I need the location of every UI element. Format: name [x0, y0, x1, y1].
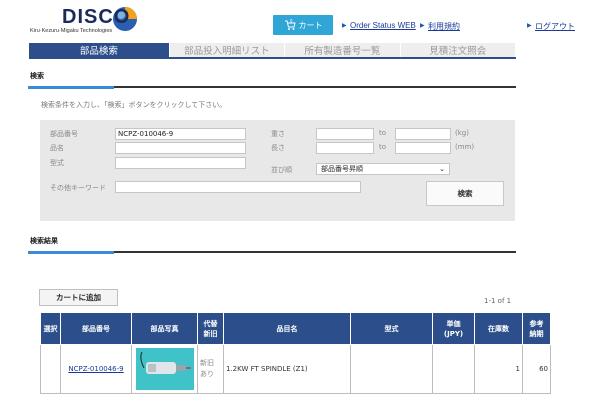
results-section-title: 検索結果 [30, 237, 58, 245]
section-accent [28, 251, 114, 254]
col-model: 型式 [350, 312, 433, 345]
tab-part-usage-list[interactable]: 部品投入明細リスト [169, 43, 286, 57]
part-number-label: 部品番号 [50, 130, 78, 138]
arrow-right-icon: ▶ [527, 22, 532, 29]
cart-button[interactable]: 0 カート [273, 15, 333, 35]
length-unit: (mm) [455, 143, 475, 151]
part-name-label: 品名 [50, 144, 64, 152]
cart-icon: 0 [284, 19, 296, 30]
col-select: 選択 [40, 312, 61, 345]
part-number-input[interactable]: NCPZ-010046-9 [115, 128, 246, 140]
col-unit-price: 単価 (JPY) [432, 312, 475, 345]
unit-price-cell [432, 344, 475, 394]
spindle-image-icon [135, 348, 194, 390]
part-number-link[interactable]: NCPZ-010046-9 [68, 365, 123, 373]
col-lead-time: 参考 納期 [522, 312, 551, 345]
tab-part-search[interactable]: 部品検索 [29, 43, 170, 57]
sort-select-value: 部品番号昇順 [321, 165, 363, 173]
search-section-title: 検索 [30, 72, 44, 80]
item-name-cell: 1.2KW FT SPINDLE (Z1) [223, 344, 351, 394]
table-row: NCPZ-010046-9 新旧 あり 1.2KW FT SPINDLE (Z1… [40, 344, 551, 394]
main-nav-tabs: 部品検索 部品投入明細リスト 所有製造番号一覧 見積注文照会 [29, 43, 516, 57]
alt-status-cell: 新旧 あり [197, 344, 224, 394]
tab-underline [29, 57, 516, 59]
model-cell [350, 344, 433, 394]
row-select-cell[interactable] [40, 344, 61, 394]
weight-to-label: to [379, 129, 387, 137]
table-header-row: 選択 部品番号 部品写真 代替 新旧 品目名 型式 単価 (JPY) 在庫数 参… [40, 312, 551, 345]
part-name-input[interactable] [115, 142, 246, 154]
sort-select[interactable]: 部品番号昇順 ⌄ [316, 163, 450, 175]
col-part-photo: 部品写真 [131, 312, 198, 345]
sort-label: 並び順 [271, 166, 292, 174]
add-to-cart-button[interactable]: カートに追加 [39, 289, 118, 306]
part-photo[interactable] [135, 348, 194, 390]
col-stock: 在庫数 [474, 312, 523, 345]
model-input[interactable] [115, 157, 246, 169]
model-label: 型式 [50, 159, 64, 167]
stock-cell: 1 [474, 344, 523, 394]
lead-time-cell: 60 [522, 344, 551, 394]
cart-label: カート [298, 20, 323, 30]
length-to-input[interactable] [395, 142, 451, 154]
section-accent [28, 86, 114, 89]
length-to-label: to [379, 143, 387, 151]
length-label: 長さ [271, 144, 285, 152]
weight-to-input[interactable] [395, 128, 451, 140]
col-item-name: 品目名 [223, 312, 351, 345]
tab-serial-list[interactable]: 所有製造番号一覧 [285, 43, 401, 57]
search-instructions: 検索条件を入力し、「検索」ボタンをクリックして下さい。 [41, 101, 227, 109]
col-alt-status: 代替 新旧 [197, 312, 224, 345]
pagination-info: 1-1 of 1 [484, 297, 512, 305]
terms-link[interactable]: 利用規約 [428, 21, 460, 32]
keyword-label: その他キーワード [50, 184, 106, 192]
weight-label: 重さ [271, 130, 285, 138]
results-table: 選択 部品番号 部品写真 代替 新旧 品目名 型式 単価 (JPY) 在庫数 参… [40, 312, 551, 394]
col-part-number: 部品番号 [60, 312, 132, 345]
part-number-cell: NCPZ-010046-9 [60, 344, 132, 394]
arrow-right-icon: ▶ [420, 22, 425, 29]
search-button[interactable]: 検索 [426, 181, 504, 206]
logo-text: DISCO [62, 6, 131, 28]
chevron-down-icon: ⌄ [439, 165, 445, 173]
tab-quote-order-inquiry[interactable]: 見積注文照会 [400, 43, 516, 57]
part-photo-cell [131, 344, 198, 394]
logo-subtitle: Kiru·Kezuru·Migaku Technologies [30, 28, 113, 34]
length-from-input[interactable] [316, 142, 374, 154]
weight-unit: (kg) [455, 129, 469, 137]
keyword-input[interactable] [115, 181, 361, 193]
arrow-right-icon: ▶ [342, 22, 347, 29]
order-status-link[interactable]: Order Status WEB [350, 21, 416, 30]
weight-from-input[interactable] [316, 128, 374, 140]
logout-link[interactable]: ログアウト [535, 21, 575, 32]
